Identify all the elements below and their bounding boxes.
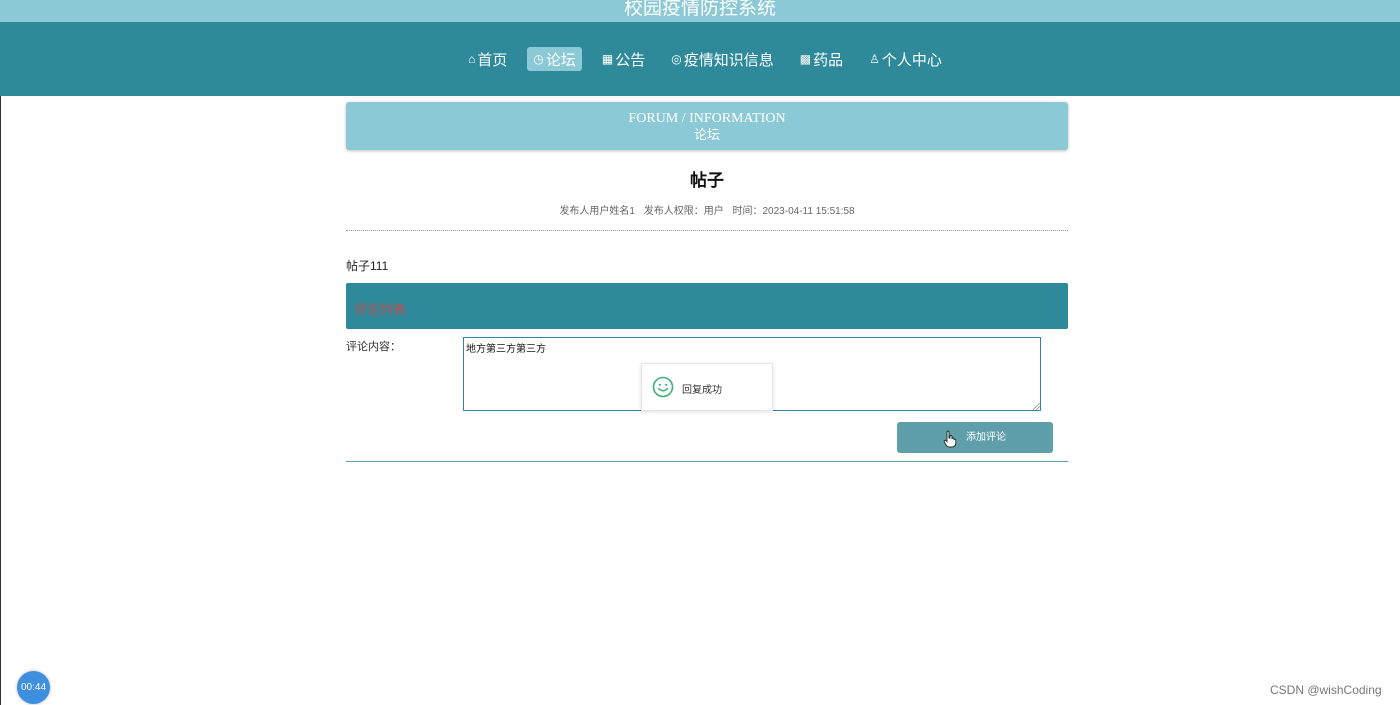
hand-cursor-icon	[943, 430, 957, 448]
bottom-divider	[346, 461, 1068, 462]
toast-message: 回复成功	[682, 385, 722, 396]
nav-item-medicine[interactable]: ▩ 药品	[794, 47, 849, 71]
nav-item-label: 疫情知识信息	[683, 51, 774, 69]
announcement-icon: ▦	[601, 52, 614, 66]
banner-chinese-title: 论坛	[693, 127, 720, 142]
smiley-icon	[652, 376, 674, 398]
top-title-bar: 校园疫情防控系统	[0, 0, 1400, 22]
window-left-border	[0, 96, 1, 705]
grid-icon: ▩	[799, 52, 812, 66]
user-icon: ♙	[869, 52, 880, 66]
post-content: 帖子111	[346, 259, 389, 273]
nav-menu: ⌂ 首页 ◷ 论坛 ▦ 公告 ◎ 疫情知识信息 ▩ 药品 ♙ 个人中心	[0, 47, 1400, 71]
nav-item-home[interactable]: ⌂ 首页	[462, 47, 513, 71]
post-role: 发布人权限：用户	[643, 206, 724, 217]
divider	[346, 230, 1068, 231]
post-title: 帖子	[690, 171, 724, 190]
comment-field-label: 评论内容：	[346, 341, 401, 353]
watermark-text: CSDN @wishCoding	[1270, 683, 1382, 697]
nav-item-announcement[interactable]: ▦ 公告	[596, 47, 651, 71]
add-comment-button[interactable]: 添加评论	[897, 422, 1053, 453]
clock-icon: ◷	[533, 52, 544, 66]
resize-handle-icon[interactable]	[1033, 403, 1040, 410]
nav-item-personal-center[interactable]: ♙ 个人中心	[863, 47, 948, 71]
main-navbar: ⌂ 首页 ◷ 论坛 ▦ 公告 ◎ 疫情知识信息 ▩ 药品 ♙ 个人中心	[0, 22, 1400, 96]
nav-item-label: 药品	[813, 51, 844, 69]
nav-item-epidemic-knowledge[interactable]: ◎ 疫情知识信息	[665, 47, 780, 71]
globe-icon: ◎	[671, 52, 682, 66]
nav-item-label: 个人中心	[881, 51, 942, 69]
comment-list-title: 评论列表	[354, 302, 407, 317]
post-author: 发布人用户姓名1	[559, 206, 635, 217]
nav-item-forum[interactable]: ◷ 论坛	[527, 47, 582, 71]
section-banner: FORUM / INFORMATION 论坛	[346, 102, 1068, 150]
nav-item-label: 公告	[615, 51, 646, 69]
post-time: 时间：2023-04-11 15:51:58	[732, 206, 855, 217]
nav-item-label: 首页	[477, 51, 508, 69]
success-toast: 回复成功	[641, 363, 773, 411]
banner-english-title: FORUM / INFORMATION	[628, 111, 786, 126]
nav-item-label: 论坛	[545, 51, 576, 69]
home-icon: ⌂	[468, 52, 476, 66]
comment-list-header: 评论列表	[346, 283, 1068, 329]
post-meta: 发布人用户姓名1 发布人权限：用户 时间：2023-04-11 15:51:58	[346, 202, 1068, 217]
site-title: 校园疫情防控系统	[623, 0, 776, 19]
recording-timer: 00:44	[17, 671, 50, 704]
